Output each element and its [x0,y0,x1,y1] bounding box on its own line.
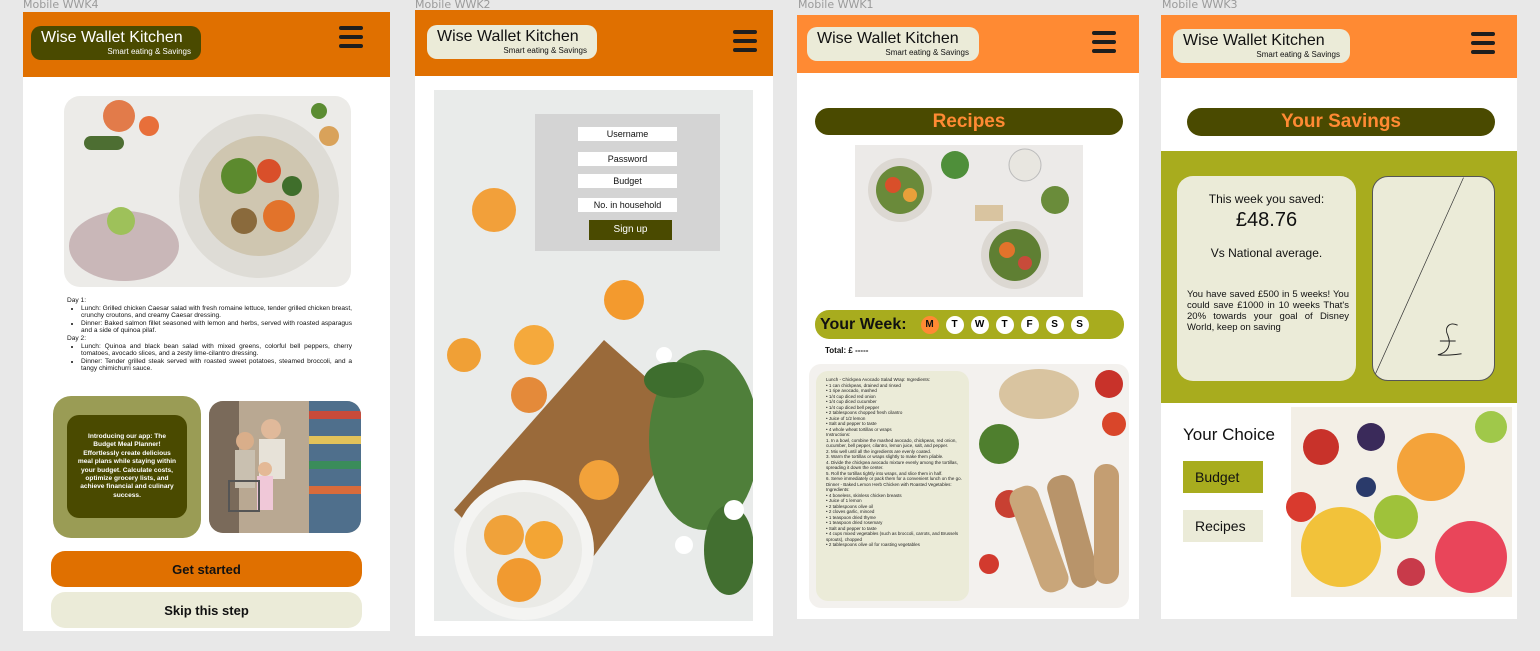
hamburger-menu-icon[interactable] [733,30,757,54]
savings-panel: This week you saved: £48.76 Vs National … [1161,151,1517,403]
recipe-line: 6. Serve immediately or pack them for a … [826,476,962,481]
recipe-line: Dinner - Baked Lemon Herb Chicken with R… [826,481,952,493]
household-field[interactable]: No. in household [578,198,677,212]
recipe-line: 4. Divide the chickpea avocado mixture e… [826,459,958,471]
frame-label-wwk3: Mobile WWK3 [1162,0,1238,11]
day1-meal-list: Lunch: Grilled chicken Caesar salad with… [67,305,352,335]
day2-dinner: Dinner: Tender grilled steak served with… [81,358,352,373]
recipe-line: • 2 tablespoons olive oil for roasting v… [826,542,920,547]
day-tuesday[interactable]: T [945,315,964,334]
salad-table-photo [855,145,1083,297]
savings-progress-text: You have saved £500 in 5 weeks! You coul… [1187,289,1349,333]
frame-home: Wise Wallet Kitchen Smart eating & Savin… [23,12,390,631]
username-field[interactable]: Username [578,127,677,141]
supermarket-family-photo [209,401,361,533]
frame-label-wwk4: Mobile WWK4 [23,0,99,11]
week-selector: Your Week: M T W T F S S [815,310,1124,339]
brand-title: Wise Wallet Kitchen [41,29,183,46]
brand-subtitle: Smart eating & Savings [107,47,191,56]
meal-plan-text: Day 1: Lunch: Grilled chicken Caesar sal… [67,297,352,373]
brand-logo[interactable]: Wise Wallet Kitchen Smart eating & Savin… [31,26,201,60]
frame-label-wwk1: Mobile WWK1 [798,0,874,11]
hamburger-menu-icon[interactable] [339,26,363,50]
app-header: Wise Wallet Kitchen Smart eating & Savin… [23,12,390,77]
brand-subtitle: Smart eating & Savings [1256,50,1340,59]
day1-title: Day 1: [67,297,87,304]
day1-dinner: Dinner: Baked salmon fillet seasoned wit… [81,320,352,335]
intro-card: Introducing our app: The Budget Meal Pla… [53,396,201,538]
recipes-title: Recipes [815,108,1123,135]
savings-title: Your Savings [1187,108,1495,136]
your-choice-title: Your Choice [1183,425,1275,444]
day-monday[interactable]: M [920,315,939,334]
hamburger-menu-icon[interactable] [1092,31,1116,55]
brand-title: Wise Wallet Kitchen [437,28,579,45]
brand-title: Wise Wallet Kitchen [1183,32,1325,49]
week-label: Your Week: [820,315,907,333]
day1-lunch: Lunch: Grilled chicken Caesar salad with… [81,305,352,320]
recipe-line: • 4 cups mixed vegetables (such as brocc… [826,531,959,542]
fruit-platter-photo: Your Choice Budget Recipes [1171,407,1512,597]
brand-subtitle: Smart eating & Savings [503,46,587,55]
intro-text: Introducing our app: The Budget Meal Pla… [77,432,177,499]
password-field[interactable]: Password [578,152,677,166]
brand-subtitle: Smart eating & Savings [885,48,969,57]
brand-logo[interactable]: Wise Wallet Kitchen Smart eating & Savin… [427,25,597,59]
recipe-card: Lunch - Chickpea Avocado Salad Wrap: Ing… [809,364,1129,608]
app-header: Wise Wallet Kitchen Smart eating & Savin… [1161,15,1517,78]
recipes-choice-button[interactable]: Recipes [1183,510,1263,542]
day-thursday[interactable]: T [995,315,1014,334]
day2-meal-list: Lunch: Quinoa and black bean salad with … [67,343,352,373]
get-started-button[interactable]: Get started [51,551,362,587]
brand-logo[interactable]: Wise Wallet Kitchen Smart eating & Savin… [1173,29,1350,63]
savings-summary-card: This week you saved: £48.76 Vs National … [1177,176,1356,381]
frame-savings: Wise Wallet Kitchen Smart eating & Savin… [1161,15,1517,619]
skip-step-button[interactable]: Skip this step [51,592,362,628]
frame-recipes: Wise Wallet Kitchen Smart eating & Savin… [797,15,1139,619]
saved-amount: £48.76 [1235,209,1298,231]
recipe-text-panel: Lunch - Chickpea Avocado Salad Wrap: Ing… [816,371,969,601]
day2-title: Day 2: [67,334,87,342]
recipe-line: 1. In a bowl, combine the mashed avocado… [826,437,957,449]
signup-form: Username Password Budget No. in househol… [535,114,720,251]
app-header: Wise Wallet Kitchen Smart eating & Savin… [415,10,773,76]
signup-button[interactable]: Sign up [589,220,672,240]
salad-bowl-photo [64,96,351,287]
day2-lunch: Lunch: Quinoa and black bean salad with … [81,343,352,358]
pound-chart-card [1372,176,1495,381]
day-wednesday[interactable]: W [970,315,989,334]
day-friday[interactable]: F [1020,315,1039,334]
budget-choice-button[interactable]: Budget [1183,461,1263,493]
week-total: Total: £ ----- [825,346,869,355]
day-saturday[interactable]: S [1045,315,1064,334]
national-average-label: Vs National average. [1210,246,1323,260]
brand-logo[interactable]: Wise Wallet Kitchen Smart eating & Savin… [807,27,979,61]
brand-title: Wise Wallet Kitchen [817,30,959,47]
week-saved-label: This week you saved: [1208,192,1325,206]
hamburger-menu-icon[interactable] [1471,32,1495,56]
app-header: Wise Wallet Kitchen Smart eating & Savin… [797,15,1139,73]
intro-card-inner: Introducing our app: The Budget Meal Pla… [67,415,187,518]
budget-field[interactable]: Budget [578,174,677,188]
frame-signup: Wise Wallet Kitchen Smart eating & Savin… [415,10,773,636]
recipe-line: 3. Warm the tortillas or wraps slightly … [826,454,944,459]
day-sunday[interactable]: S [1070,315,1089,334]
